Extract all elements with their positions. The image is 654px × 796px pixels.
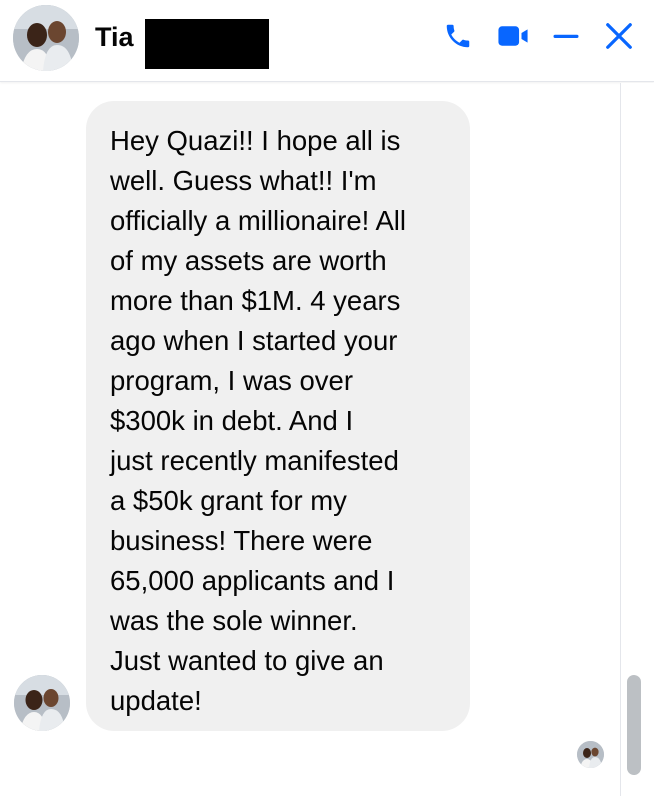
close-icon [606,23,632,49]
sender-avatar-image [14,675,70,731]
contact-avatar-image [13,5,79,71]
close-button[interactable] [601,18,637,54]
contact-name[interactable]: Tia [95,22,134,53]
message-text: Hey Quazi!! I hope all is well. Guess wh… [110,125,407,716]
chat-header: Tia [0,0,654,82]
redacted-surname [145,19,269,69]
incoming-message-bubble[interactable]: Hey Quazi!! I hope all is well. Guess wh… [86,101,470,731]
minimize-button[interactable] [548,18,584,54]
contact-avatar[interactable] [13,5,79,71]
chat-window: Tia Hey Quazi!! I hope all is well. Gues… [0,0,654,796]
seen-avatar [577,741,604,768]
video-camera-icon [498,26,528,46]
seen-avatar-image [577,741,604,768]
video-call-button[interactable] [495,18,531,54]
phone-icon [446,24,470,48]
call-button[interactable] [440,18,476,54]
scrollbar-thumb[interactable] [627,675,641,775]
message-list[interactable]: Hey Quazi!! I hope all is well. Guess wh… [0,83,620,796]
minus-icon [553,34,579,38]
sender-avatar[interactable] [14,675,70,731]
